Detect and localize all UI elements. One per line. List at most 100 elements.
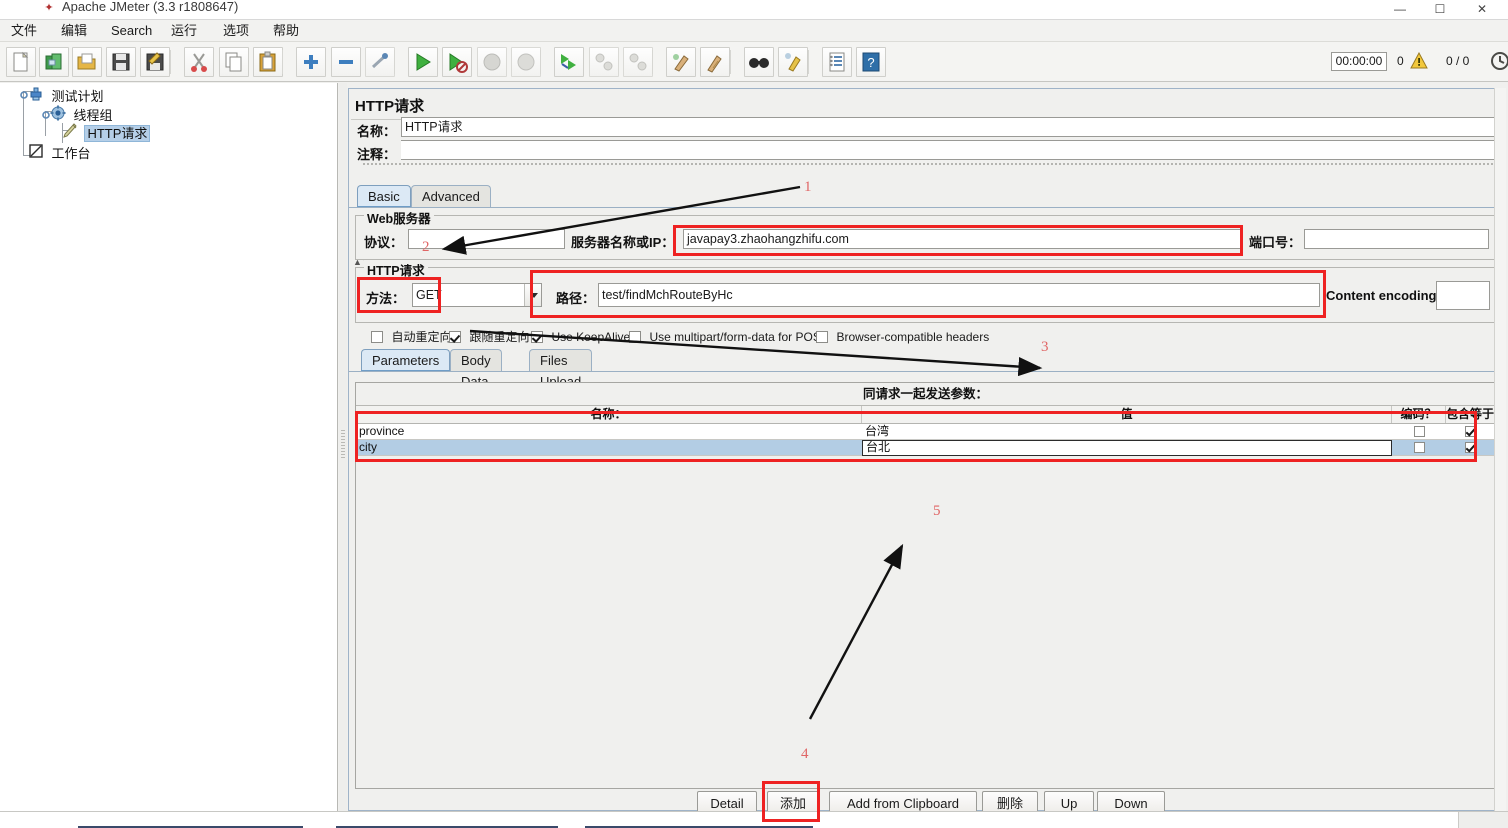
vertical-scrollbar[interactable] [1494, 88, 1506, 811]
cell-param-encode[interactable] [1392, 424, 1446, 440]
menu-help[interactable]: 帮助 [268, 22, 304, 40]
menu-run[interactable]: 运行 [166, 22, 202, 40]
copy-button[interactable] [219, 47, 249, 77]
name-input[interactable]: HTTP请求 [401, 117, 1499, 137]
active-threads-count: 0 / 0 [1446, 54, 1470, 68]
cell-param-value-editor[interactable]: 台北 [862, 440, 1392, 456]
include-equals-checkbox[interactable] [1465, 426, 1476, 437]
column-header-encode[interactable]: 编码？ [1392, 406, 1446, 423]
toolbar-separator [730, 50, 731, 74]
tree-node-test-plan[interactable]: 测试计划 [28, 86, 106, 104]
browser-compatible-headers-checkbox[interactable]: Browser-compatible headers [816, 328, 989, 344]
content-encoding-input[interactable] [1436, 281, 1490, 310]
checkbox-box[interactable] [629, 331, 641, 343]
remote-stop-all-button[interactable] [589, 47, 619, 77]
stop-button[interactable] [477, 47, 507, 77]
cell-param-name[interactable]: province [356, 424, 862, 440]
expand-all-button[interactable] [296, 47, 326, 77]
clear-all-button[interactable] [700, 47, 730, 77]
encode-checkbox[interactable] [1413, 426, 1425, 437]
use-multipart-checkbox[interactable]: Use multipart/form-data for POST [629, 328, 828, 344]
cell-param-encode[interactable] [1392, 440, 1446, 456]
clear-button[interactable] [666, 47, 696, 77]
web-server-group: Web服务器 协议： 服务器名称或IP： javapay3.zhaohangzh… [355, 208, 1496, 260]
tree-node-thread-group[interactable]: 线程组 [50, 105, 115, 123]
tab-advanced[interactable]: Advanced [411, 185, 491, 207]
include-equals-checkbox[interactable] [1465, 442, 1476, 453]
cell-param-include-equals[interactable] [1446, 424, 1495, 440]
cell-param-name[interactable]: city [356, 440, 862, 456]
maximize-button[interactable]: ☐ [1420, 0, 1460, 19]
path-label: 路径： [556, 291, 596, 306]
web-server-group-title: Web服务器 [364, 208, 434, 227]
port-input[interactable] [1304, 229, 1489, 249]
toolbar-separator [808, 50, 809, 74]
table-empty-area[interactable] [356, 456, 1495, 788]
checkbox-box[interactable] [371, 331, 383, 343]
path-input[interactable]: test/findMchRouteByHc [598, 283, 1320, 307]
remote-start-all-button[interactable] [554, 47, 584, 77]
search-button[interactable] [744, 47, 774, 77]
checkbox-box[interactable] [816, 331, 828, 343]
follow-redirect-checkbox[interactable]: 跟随重定向 [449, 328, 529, 344]
toolbar-separator [170, 50, 171, 74]
start-button[interactable] [408, 47, 438, 77]
checkbox-box[interactable] [449, 331, 461, 343]
remote-shutdown-all-button[interactable] [623, 47, 653, 77]
server-name-label: 服务器名称或IP： [571, 235, 675, 250]
cut-button[interactable] [184, 47, 214, 77]
tab-body-data[interactable]: Body Data [450, 349, 502, 389]
warning-triangle-icon[interactable] [1410, 51, 1428, 74]
shutdown-button[interactable] [511, 47, 541, 77]
title-bar: ✦ Apache JMeter (3.3 r1808647) — ☐ ✕ [0, 0, 1508, 20]
toolbar-separator [394, 50, 395, 74]
http-sampler-icon [62, 123, 80, 144]
column-header-name[interactable]: 名称： [356, 406, 862, 423]
comment-input[interactable] [401, 140, 1499, 160]
paste-button[interactable] [253, 47, 283, 77]
port-label: 端口号： [1249, 235, 1302, 250]
close-button[interactable]: ✕ [1462, 0, 1502, 19]
menu-file[interactable]: 文件 [6, 22, 42, 40]
checkbox-box[interactable] [531, 331, 543, 343]
function-helper-button[interactable] [822, 47, 852, 77]
annotation-number-5: 5 [933, 503, 941, 519]
use-keepalive-checkbox[interactable]: Use KeepAlive [531, 328, 630, 344]
help-button[interactable]: ? [856, 47, 886, 77]
save-button[interactable] [106, 47, 136, 77]
split-pane-grip[interactable] [341, 430, 345, 460]
templates-button[interactable] [39, 47, 69, 77]
tab-parameters[interactable]: Parameters [361, 349, 451, 371]
toggle-button[interactable] [365, 47, 395, 77]
menu-options[interactable]: 选项 [218, 22, 254, 40]
elapsed-time-field: 00:00:00 [1331, 52, 1387, 71]
auto-redirect-checkbox[interactable]: 自动重定向 [371, 328, 451, 344]
column-header-value[interactable]: 值 [862, 406, 1392, 423]
table-row[interactable]: province 台湾 [356, 424, 1495, 440]
tree-node-workbench[interactable]: 工作台 [28, 143, 93, 161]
start-no-pauses-button[interactable] [442, 47, 472, 77]
cell-param-include-equals[interactable] [1446, 440, 1495, 456]
column-header-include-equals[interactable]: 包含等于？ [1446, 406, 1495, 423]
menu-edit[interactable]: 编辑 [56, 22, 92, 40]
table-row[interactable]: city 台北 [356, 440, 1495, 456]
save-as-button[interactable] [140, 47, 170, 77]
new-button[interactable] [6, 47, 36, 77]
chevron-down-icon[interactable] [524, 284, 541, 306]
server-name-input[interactable]: javapay3.zhaohangzhifu.com [683, 229, 1241, 249]
open-button[interactable] [72, 47, 102, 77]
collapse-all-button[interactable] [331, 47, 361, 77]
encode-checkbox[interactable] [1413, 442, 1425, 453]
tab-basic[interactable]: Basic [357, 185, 411, 207]
menu-search[interactable]: Search [106, 22, 157, 40]
test-plan-tree[interactable]: 测试计划 线程组 HTTP请求 工作台 [0, 83, 338, 811]
tree-node-http-request[interactable]: HTTP请求 [62, 123, 151, 144]
menu-bar: 文件 编辑 Search 运行 选项 帮助 [0, 20, 1508, 42]
tab-files-upload[interactable]: Files Upload [529, 349, 593, 389]
cell-param-value[interactable]: 台湾 [862, 424, 1392, 440]
tab-divider [349, 207, 1502, 208]
minimize-button[interactable]: — [1380, 0, 1420, 19]
search-reset-button[interactable] [778, 47, 808, 77]
method-combo[interactable]: GET [412, 283, 542, 307]
protocol-input[interactable] [408, 229, 565, 249]
